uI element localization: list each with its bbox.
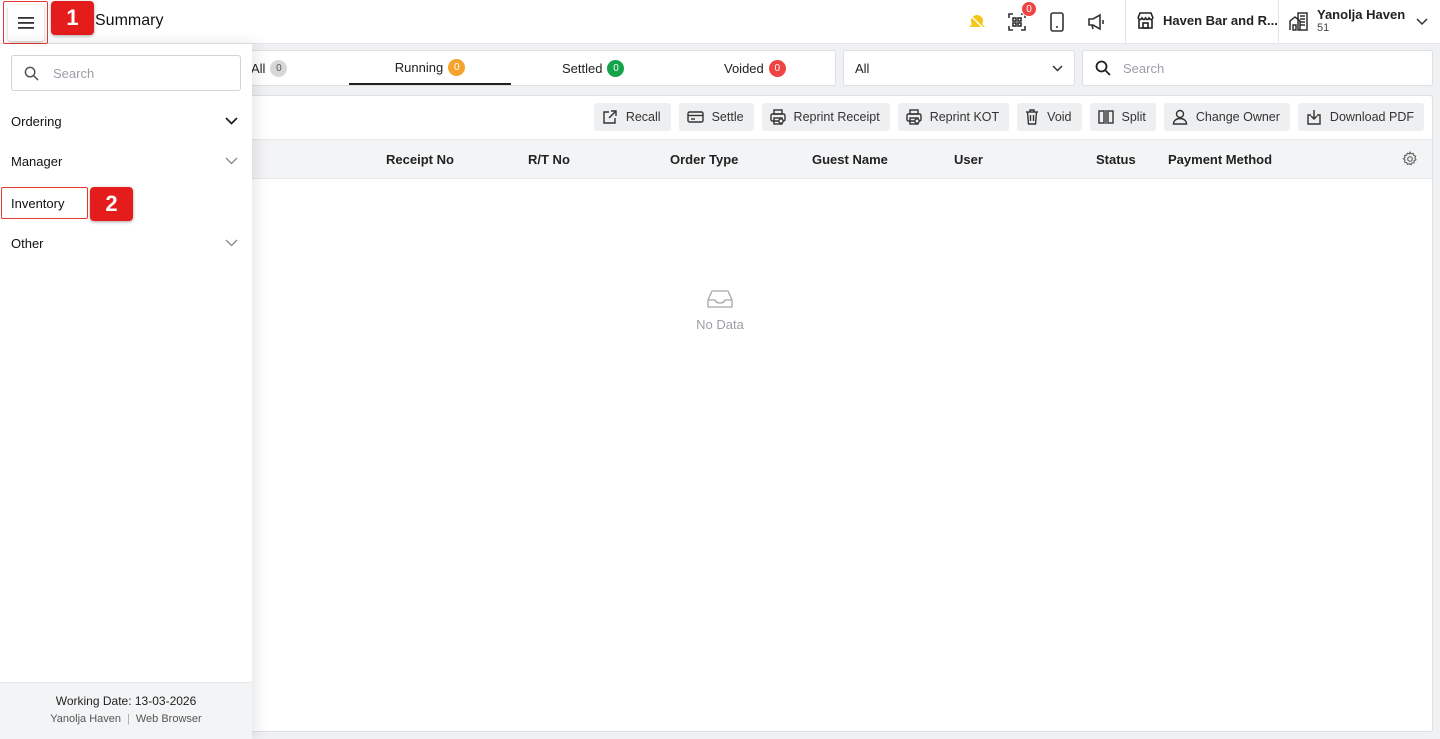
user-menu[interactable]: Yanolja Haven 51 bbox=[1289, 7, 1405, 34]
orders-panel: Recall Settle Reprint Receipt Reprint KO… bbox=[240, 95, 1433, 732]
external-link-icon bbox=[603, 110, 617, 124]
step-2-marker: 2 bbox=[90, 187, 133, 221]
menu-button[interactable] bbox=[3, 1, 48, 44]
card-icon bbox=[686, 111, 704, 123]
action-label: Reprint Receipt bbox=[793, 110, 880, 124]
tab-count: 0 bbox=[448, 58, 466, 76]
sidebar-footer: Working Date: 13-03-2026 Yanolja Haven | W… bbox=[0, 682, 252, 739]
action-toolbar: Recall Settle Reprint Receipt Reprint KO… bbox=[593, 103, 1424, 131]
recall-button[interactable]: Recall bbox=[593, 103, 671, 131]
search-icon bbox=[24, 66, 39, 81]
footer-separator: | bbox=[127, 713, 130, 725]
action-label: Split bbox=[1121, 110, 1146, 124]
page-title: Summary bbox=[95, 12, 164, 29]
col-order-type[interactable]: Order Type bbox=[670, 152, 738, 167]
settle-button[interactable]: Settle bbox=[678, 103, 754, 131]
tab-label: Settled bbox=[562, 60, 603, 76]
action-label: Change Owner bbox=[1195, 110, 1280, 124]
action-label: Void bbox=[1047, 110, 1072, 124]
search-input[interactable] bbox=[1123, 60, 1403, 76]
footer-platform: Web Browser bbox=[135, 713, 202, 725]
tab-count: 0 bbox=[607, 59, 625, 77]
col-receipt-no[interactable]: Receipt No bbox=[386, 152, 454, 167]
order-search[interactable] bbox=[1082, 50, 1433, 86]
hamburger-icon bbox=[7, 4, 44, 41]
inbox-icon bbox=[695, 289, 745, 309]
user-icon bbox=[1172, 109, 1188, 125]
notification-badge: 0 bbox=[1021, 1, 1037, 17]
trash-icon bbox=[1026, 109, 1039, 125]
printer-icon bbox=[906, 109, 922, 125]
action-label: Download PDF bbox=[1329, 110, 1414, 124]
megaphone-icon[interactable] bbox=[1084, 10, 1108, 34]
action-label: Recall bbox=[625, 110, 661, 124]
chevron-down-icon bbox=[225, 239, 238, 247]
status-tabs: All 0 Running 0 Settled 0 Voided 0 bbox=[240, 50, 836, 86]
outlet-selector[interactable]: Haven Bar and R... bbox=[1136, 12, 1278, 29]
empty-state: No Data bbox=[695, 289, 745, 332]
tab-label: Voided bbox=[724, 60, 764, 76]
search-icon bbox=[1095, 60, 1111, 76]
sidebar-item-ordering[interactable]: Ordering bbox=[0, 105, 252, 137]
change-owner-button[interactable]: Change Owner bbox=[1163, 103, 1290, 131]
working-date: Working Date: 13-03-2026 bbox=[55, 694, 197, 708]
col-status[interactable]: Status bbox=[1096, 152, 1136, 167]
sidebar-item-label: Ordering bbox=[11, 113, 62, 129]
footer-property: Yanolja Haven bbox=[50, 713, 122, 725]
filter-selected: All bbox=[855, 60, 870, 76]
download-icon bbox=[1307, 110, 1321, 125]
sidebar-item-inventory[interactable]: Inventory bbox=[1, 187, 88, 219]
tab-label: All bbox=[251, 60, 266, 76]
table-header: Receipt No R/T No Order Type Guest Name … bbox=[241, 139, 1432, 179]
split-icon bbox=[1097, 110, 1114, 124]
store-icon bbox=[1137, 12, 1154, 29]
sidebar-item-label: Manager bbox=[11, 153, 63, 169]
tab-label: Running bbox=[394, 59, 444, 75]
filter-select[interactable]: All bbox=[843, 50, 1075, 86]
menu-search-input[interactable] bbox=[53, 65, 223, 81]
tab-voided[interactable]: Voided 0 bbox=[724, 51, 786, 85]
col-user[interactable]: User bbox=[954, 152, 983, 167]
weather-icon bbox=[965, 10, 989, 34]
col-guest-name[interactable]: Guest Name bbox=[812, 152, 888, 167]
tab-settled[interactable]: Settled 0 bbox=[562, 51, 625, 85]
tab-all[interactable]: All 0 bbox=[251, 51, 288, 85]
menu-search[interactable] bbox=[11, 55, 241, 91]
chevron-down-icon bbox=[1052, 64, 1063, 72]
sidebar-item-label: Inventory bbox=[11, 195, 65, 211]
download-pdf-button[interactable]: Download PDF bbox=[1297, 103, 1424, 131]
header-divider bbox=[1125, 0, 1126, 44]
header-divider bbox=[1278, 0, 1279, 44]
empty-text: No Data bbox=[696, 317, 744, 332]
side-menu: Ordering Manager Inventory Other Working… bbox=[0, 44, 252, 739]
tab-count: 0 bbox=[768, 59, 786, 77]
tab-running[interactable]: Running 0 bbox=[349, 51, 511, 85]
col-payment-method[interactable]: Payment Method bbox=[1168, 152, 1272, 167]
reprint-kot-button[interactable]: Reprint KOT bbox=[897, 103, 1010, 131]
step-1-marker: 1 bbox=[51, 1, 94, 35]
sidebar-item-manager[interactable]: Manager bbox=[0, 145, 252, 177]
top-bar: 1 Summary 0 Haven Bar and R... Yanolja H… bbox=[0, 0, 1440, 44]
printer-icon bbox=[769, 109, 786, 125]
tablet-icon[interactable] bbox=[1045, 10, 1069, 34]
user-sub: 51 bbox=[1317, 22, 1330, 34]
chevron-down-icon bbox=[225, 117, 238, 125]
sidebar-item-other[interactable]: Other bbox=[0, 227, 252, 259]
user-name: Yanolja Haven bbox=[1317, 7, 1406, 22]
action-label: Reprint KOT bbox=[929, 110, 1000, 124]
outlet-name: Haven Bar and R... bbox=[1163, 13, 1278, 28]
chevron-down-icon bbox=[225, 157, 238, 165]
gear-icon[interactable] bbox=[1402, 150, 1418, 170]
building-icon bbox=[1289, 11, 1308, 31]
chevron-down-icon[interactable] bbox=[1416, 14, 1428, 29]
reprint-receipt-button[interactable]: Reprint Receipt bbox=[761, 103, 890, 131]
tab-count: 0 bbox=[270, 59, 288, 77]
action-label: Settle bbox=[711, 110, 744, 124]
split-button[interactable]: Split bbox=[1089, 103, 1156, 131]
col-rt-no[interactable]: R/T No bbox=[528, 152, 570, 167]
sidebar-item-label: Other bbox=[11, 235, 44, 251]
void-button[interactable]: Void bbox=[1017, 103, 1082, 131]
